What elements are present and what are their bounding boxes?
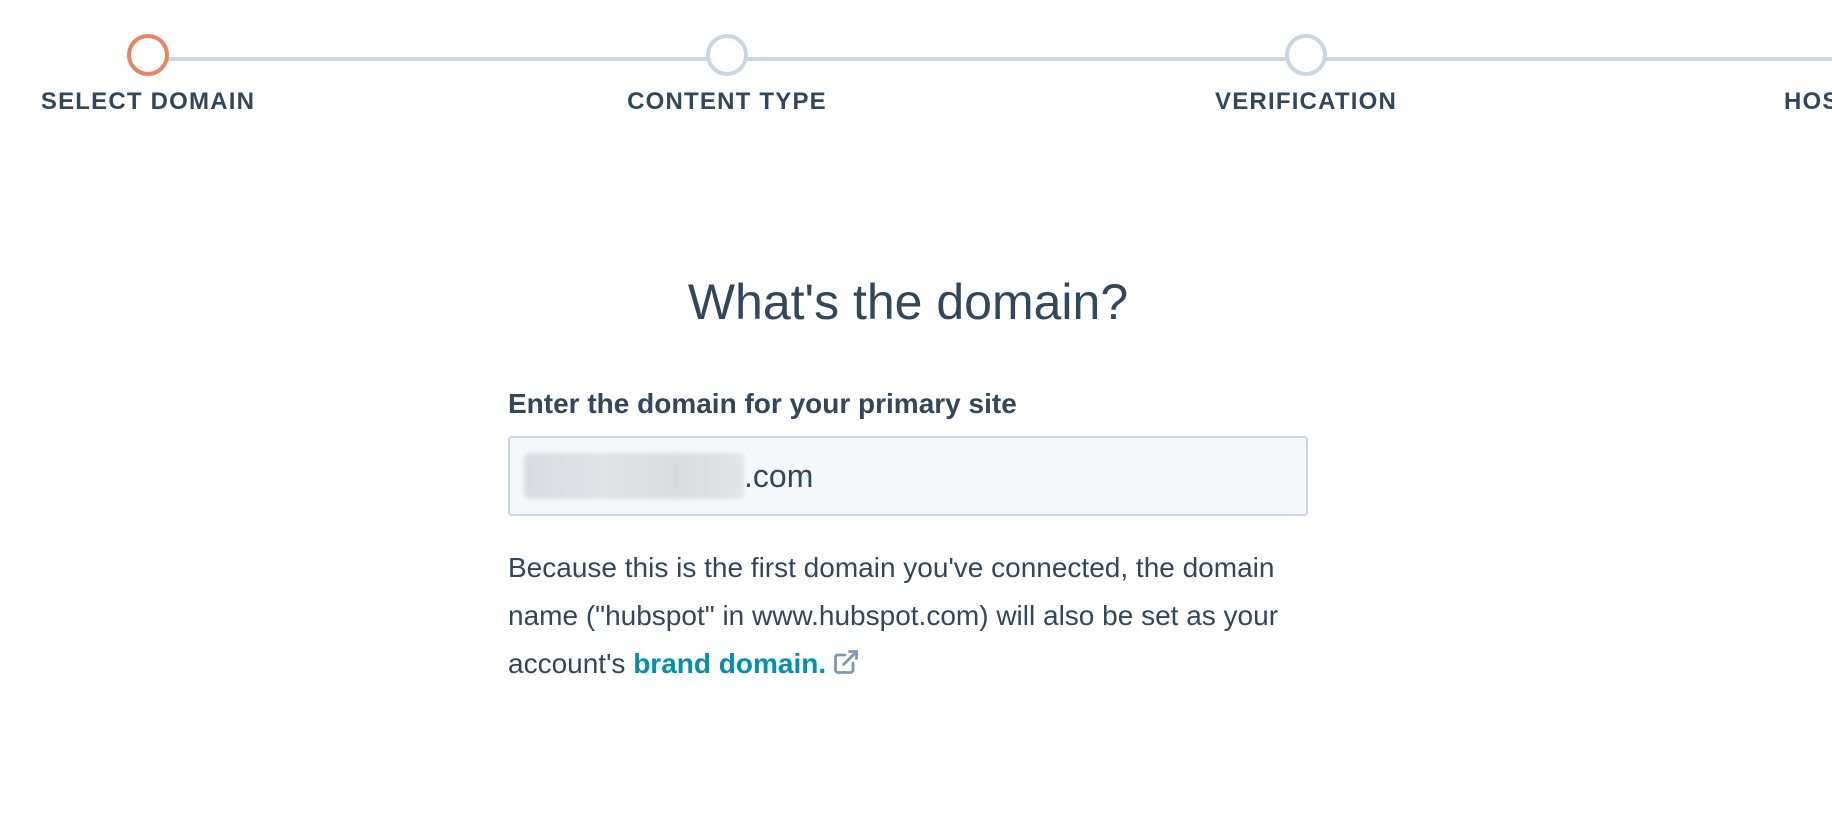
domain-input[interactable]: .com [508, 436, 1308, 516]
page-title: What's the domain? [687, 274, 1129, 330]
domain-setup-page: SELECT DOMAIN CONTENT TYPE VERIFICATION … [0, 0, 1832, 824]
step-label: CONTENT TYPE [627, 88, 827, 115]
step-circle-active [127, 34, 169, 76]
external-link-icon[interactable] [832, 648, 860, 676]
stepper-line [148, 57, 1832, 61]
help-text: Because this is the first domain you've … [508, 544, 1308, 688]
step-hosting: HOS [1784, 34, 1832, 116]
step-label: HOS [1784, 88, 1832, 115]
step-label: VERIFICATION [1215, 88, 1397, 115]
domain-field-label: Enter the domain for your primary site [508, 388, 1017, 419]
help-text-body: Because this is the first domain you've … [508, 552, 1279, 679]
progress-stepper: SELECT DOMAIN CONTENT TYPE VERIFICATION … [0, 0, 1832, 140]
step-content-type: CONTENT TYPE [527, 34, 927, 116]
redacted-domain-value [524, 453, 744, 499]
step-circle [1285, 34, 1327, 76]
step-circle [706, 34, 748, 76]
domain-form: What's the domain? Enter the domain for … [508, 262, 1308, 688]
step-label: SELECT DOMAIN [40, 88, 256, 115]
domain-suffix: .com [744, 457, 814, 494]
step-verification: VERIFICATION [1106, 34, 1506, 116]
brand-domain-link[interactable]: brand domain. [633, 648, 826, 679]
step-select-domain: SELECT DOMAIN [0, 34, 348, 116]
